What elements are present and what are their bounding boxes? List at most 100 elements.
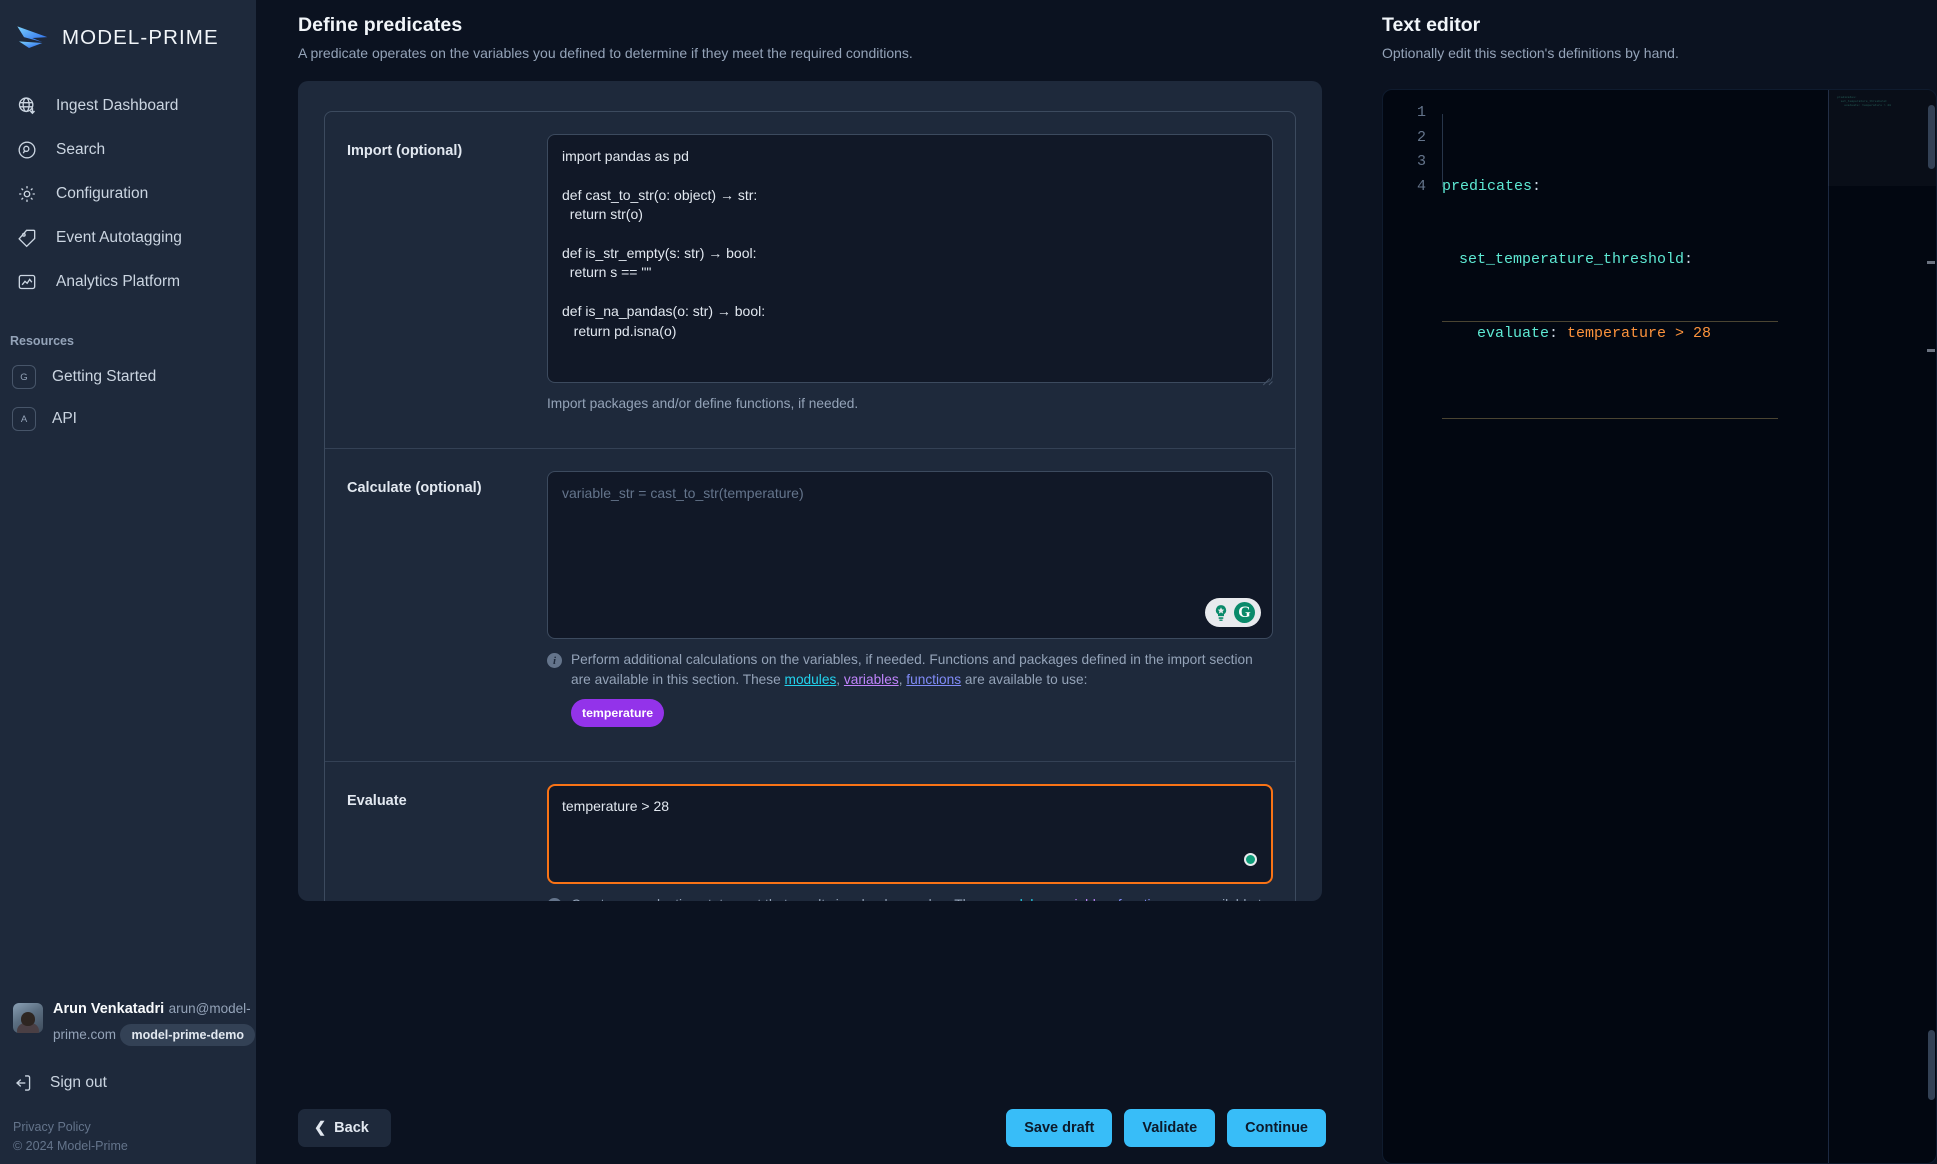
sidebar-item-ingest-dashboard[interactable]: Ingest Dashboard — [0, 84, 256, 128]
privacy-policy-link[interactable]: Privacy Policy — [13, 1118, 256, 1137]
variables-link[interactable]: variables — [1055, 897, 1110, 901]
continue-button[interactable]: Continue — [1227, 1109, 1326, 1147]
sidebar-item-search[interactable]: Search — [0, 128, 256, 172]
line-number: 2 — [1416, 128, 1426, 146]
text-editor-subtitle: Optionally edit this section's definitio… — [1382, 45, 1679, 61]
shortcut-key-g: G — [12, 365, 36, 389]
sidebar-item-label: Search — [56, 141, 106, 158]
search-circle-icon — [16, 139, 38, 161]
yaml-key: set_temperature_threshold — [1459, 251, 1685, 268]
brand-logo[interactable]: MODEL-PRIME — [0, 0, 256, 62]
sidebar-item-analytics-platform[interactable]: Analytics Platform — [0, 260, 256, 304]
predicates-panel: Import (optional) Import packages an — [298, 81, 1322, 901]
yaml-colon: : — [1532, 177, 1542, 195]
sidebar-item-getting-started[interactable]: G Getting Started — [0, 356, 256, 398]
modules-link[interactable]: modules — [785, 672, 837, 687]
sidebar-item-label: Configuration — [56, 185, 149, 202]
page-header: Define predicates A predicate operates o… — [256, 0, 1368, 73]
scroll-marker — [1927, 349, 1935, 352]
text-editor-column: Text editor Optionally edit this section… — [1368, 0, 1937, 1164]
modules-link[interactable]: modules — [996, 897, 1048, 901]
brand-name: MODEL-PRIME — [62, 26, 219, 49]
calculate-label: Calculate (optional) — [347, 480, 482, 496]
app-root: MODEL-PRIME Ingest Dashboard Search Conf… — [0, 0, 1937, 1164]
editor-scroll-rail[interactable] — [1926, 90, 1936, 1163]
import-row: Import (optional) Import packages an — [325, 112, 1295, 430]
calculate-row: Calculate (optional) variable_str = cast… — [325, 448, 1295, 743]
evaluate-helper: i Create an evaluation statement that re… — [547, 895, 1273, 901]
yaml-value: temperature > 28 — [1558, 324, 1712, 342]
grammarly-logo-icon: G — [1234, 602, 1255, 623]
line-number-gutter: 1 2 3 4 — [1383, 90, 1435, 1163]
yaml-key: predicates — [1442, 177, 1533, 195]
calculate-helper-text-2: are available to use: — [961, 672, 1088, 687]
evaluate-textarea[interactable] — [547, 784, 1273, 884]
scroll-marker — [1927, 261, 1935, 264]
footer-action-bar: ❮ Back Save draft Validate Continue — [256, 1092, 1368, 1164]
main-area: Define predicates A predicate operates o… — [256, 0, 1937, 1164]
calculate-helper: i Perform additional calculations on the… — [547, 650, 1273, 727]
line-number: 1 — [1416, 104, 1426, 121]
predicate-card: Import (optional) Import packages an — [324, 111, 1296, 901]
line-number: 3 — [1416, 153, 1426, 170]
resources-heading: Resources — [10, 334, 74, 348]
save-draft-button[interactable]: Save draft — [1006, 1109, 1113, 1147]
globe-download-icon — [16, 95, 38, 117]
calculate-textarea[interactable] — [547, 471, 1273, 639]
sign-out-label: Sign out — [50, 1074, 107, 1091]
chart-frame-icon — [16, 271, 38, 293]
shortcut-key-a: A — [12, 407, 36, 431]
minimap-text: predicates: set_temperature_threshold: e… — [1837, 96, 1892, 107]
info-icon: i — [547, 898, 562, 901]
yaml-colon: : — [1684, 251, 1694, 268]
user-name: Arun Venkatadri — [53, 1001, 165, 1017]
sidebar-item-label: Event Autotagging — [56, 229, 182, 246]
line-number: 4 — [1416, 177, 1426, 195]
sign-out-icon — [12, 1072, 34, 1094]
gear-icon — [16, 183, 38, 205]
evaluate-label: Evaluate — [347, 793, 407, 809]
page-scrollbar[interactable] — [1928, 105, 1935, 169]
sign-out-button[interactable]: Sign out — [0, 1064, 256, 1102]
variable-chip-temperature[interactable]: temperature — [571, 699, 665, 727]
page-title: Define predicates — [298, 14, 463, 36]
import-textarea[interactable] — [547, 134, 1273, 383]
model-prime-bird-logo — [14, 23, 54, 53]
grammarly-widget[interactable]: G — [1205, 598, 1261, 627]
sidebar-nav: Ingest Dashboard Search Configuration Ev… — [0, 84, 256, 304]
user-profile[interactable]: Arun Venkatadri arun@model-prime.com mod… — [0, 1000, 256, 1046]
workspace-badge: model-prime-demo — [120, 1024, 255, 1046]
chevron-left-icon: ❮ — [314, 1120, 327, 1136]
editor-minimap[interactable]: predicates: set_temperature_threshold: e… — [1828, 90, 1936, 1163]
tag-icon — [16, 227, 38, 249]
variables-link[interactable]: variables — [844, 672, 899, 687]
functions-link[interactable]: functions — [1118, 897, 1173, 901]
import-helper: Import packages and/or define functions,… — [547, 396, 859, 411]
text-editor-header: Text editor Optionally edit this section… — [1382, 0, 1937, 73]
sidebar-legal: Privacy Policy © 2024 Model-Prime — [0, 1118, 256, 1156]
sidebar-footer: Arun Venkatadri arun@model-prime.com mod… — [0, 1000, 256, 1164]
text-editor-title: Text editor — [1382, 14, 1481, 36]
functions-link[interactable]: functions — [906, 672, 961, 687]
page-subtitle: A predicate operates on the variables yo… — [298, 45, 913, 61]
sidebar-item-configuration[interactable]: Configuration — [0, 172, 256, 216]
grammarly-status-dot[interactable] — [1244, 853, 1257, 866]
yaml-code-editor[interactable]: 1 2 3 4 predicates: set_temperature_thre… — [1382, 89, 1937, 1164]
sidebar: MODEL-PRIME Ingest Dashboard Search Conf… — [0, 0, 256, 1164]
main-columns: Define predicates A predicate operates o… — [256, 0, 1937, 1164]
import-label: Import (optional) — [347, 143, 463, 159]
sidebar-item-api[interactable]: A API — [0, 398, 256, 440]
page-scrollbar-lower[interactable] — [1928, 1030, 1935, 1100]
info-icon: i — [547, 653, 562, 668]
sidebar-item-label: API — [52, 410, 77, 427]
sidebar-item-label: Ingest Dashboard — [56, 97, 179, 114]
yaml-key: evaluate — [1477, 324, 1550, 342]
avatar — [13, 1003, 43, 1033]
copyright-text: © 2024 Model-Prime — [13, 1139, 128, 1153]
sidebar-item-label: Analytics Platform — [56, 273, 181, 290]
validate-button[interactable]: Validate — [1124, 1109, 1216, 1147]
lightbulb-icon — [1211, 603, 1231, 623]
sidebar-item-event-autotagging[interactable]: Event Autotagging — [0, 216, 256, 260]
back-button[interactable]: ❮ Back — [298, 1109, 391, 1147]
predicates-column: Define predicates A predicate operates o… — [256, 0, 1368, 1164]
